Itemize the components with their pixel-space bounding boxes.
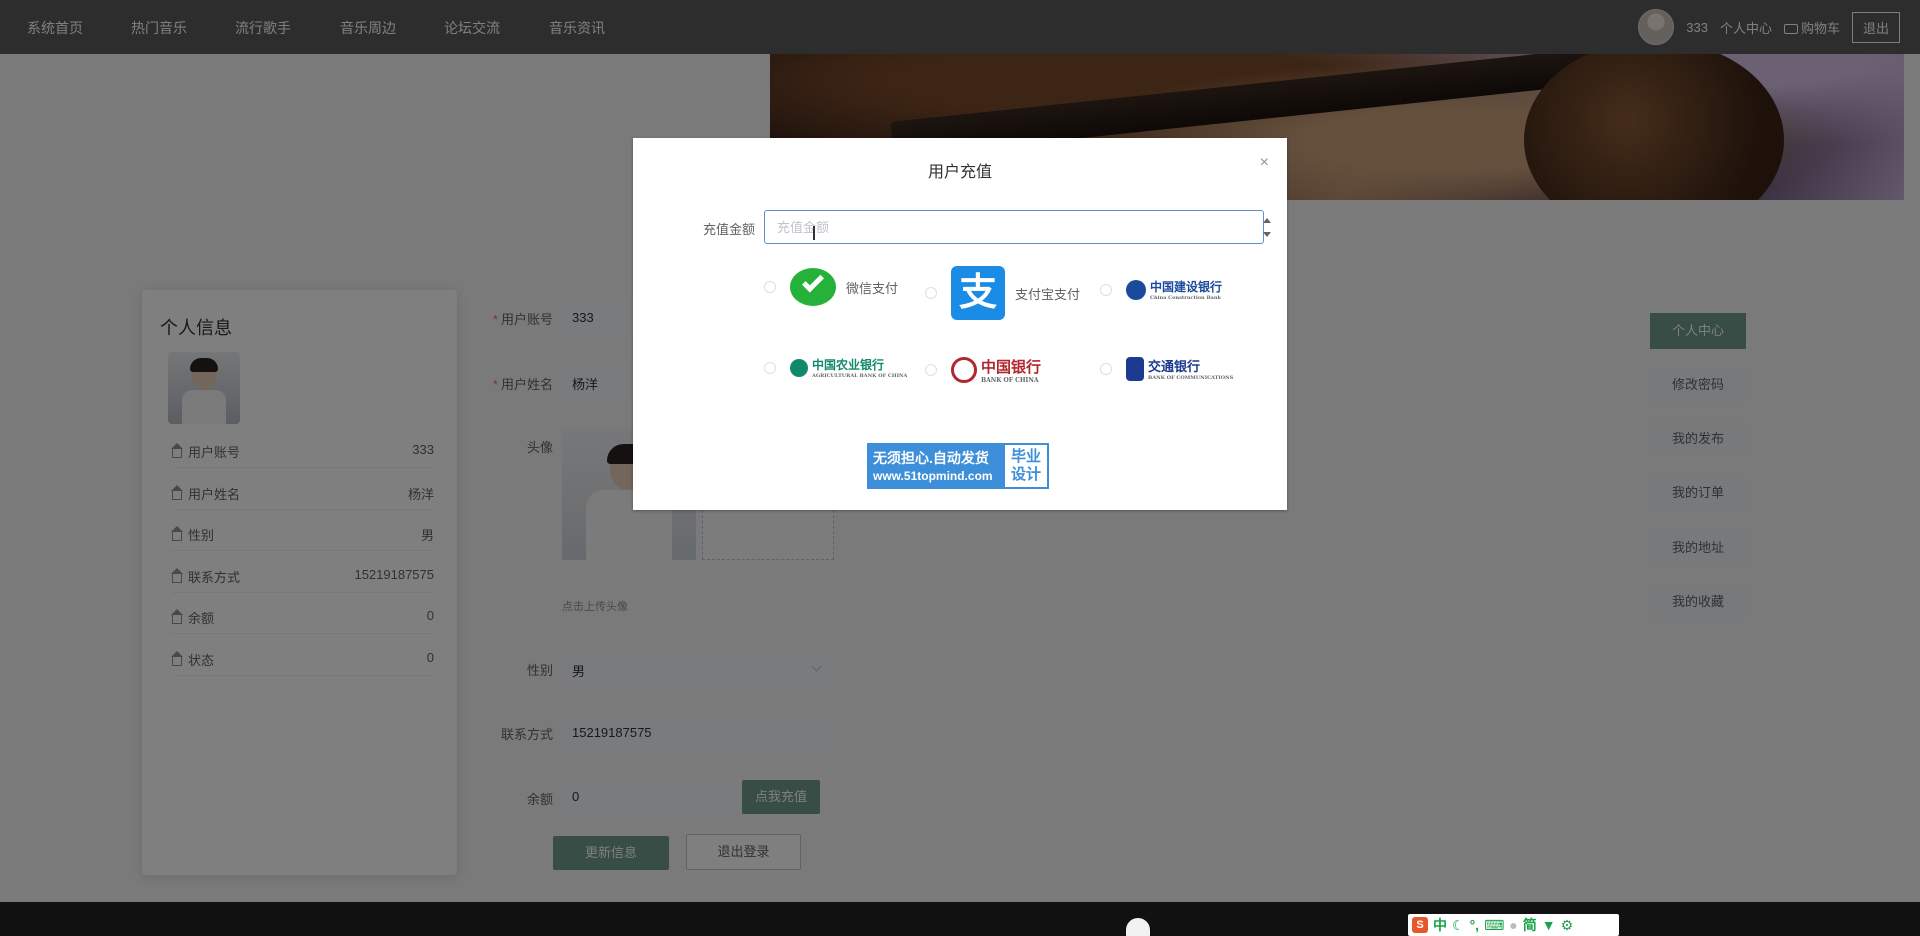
footer xyxy=(0,902,1920,936)
pay-option-boc[interactable]: 中国银行 BANK OF CHINA xyxy=(925,356,1041,384)
amount-input[interactable] xyxy=(764,210,1264,244)
bank-sub-abc: AGRICULTURAL BANK OF CHINA xyxy=(812,373,908,379)
pay-option-wechat[interactable]: 微信支付 xyxy=(764,266,898,308)
alipay-icon: 支 xyxy=(951,266,1005,320)
ime-simplified-label[interactable]: 简 xyxy=(1523,915,1537,935)
dialog-title: 用户充值 xyxy=(927,164,992,181)
watermark-left: 无须担心.自动发货 www.51topmind.com xyxy=(869,445,1005,487)
bank-sub-boc: BANK OF CHINA xyxy=(981,377,1039,384)
bank-sub-bocom: BANK OF COMMUNICATIONS xyxy=(1148,375,1234,381)
radio-ccb[interactable] xyxy=(1100,283,1112,296)
moon-icon[interactable]: ☾ xyxy=(1452,917,1465,934)
pay-option-label: 微信支付 xyxy=(846,280,899,296)
lock-icon xyxy=(1126,918,1150,936)
watermark-line1: 无须担心.自动发货 xyxy=(873,450,989,466)
radio-abc[interactable] xyxy=(764,361,776,374)
recharge-dialog: 用户充值 × 充值金额 微信支付 支 支付宝支付 中国建设银行China Con… xyxy=(633,138,1287,510)
ime-mode-label[interactable]: 中 xyxy=(1433,915,1447,935)
bank-name-bocom: 交通银行 xyxy=(1148,360,1201,375)
watermark-url: www.51topmind.com xyxy=(873,469,993,483)
punctuation-icon[interactable]: °, xyxy=(1470,917,1480,933)
ime-toolbar[interactable]: S 中 ☾ °, ⌨ ● 简 ▼ ⚙ xyxy=(1408,914,1619,936)
amount-label: 充值金额 xyxy=(703,222,756,237)
watermark-badge: 无须担心.自动发货 www.51topmind.com 毕业 设计 xyxy=(867,443,1049,489)
close-icon[interactable]: × xyxy=(1260,154,1269,172)
boc-logo: 中国银行 BANK OF CHINA xyxy=(951,356,1041,384)
stepper-down-icon[interactable] xyxy=(1263,232,1271,237)
radio-wechat[interactable] xyxy=(764,281,776,293)
pay-option-abc[interactable]: 中国农业银行 AGRICULTURAL BANK OF CHINA xyxy=(764,356,907,379)
pay-option-alipay[interactable]: 支 支付宝支付 xyxy=(925,266,1080,320)
shirt-icon[interactable]: ▼ xyxy=(1542,917,1556,933)
bank-sub-ccb: China Construction Bank xyxy=(1150,295,1222,301)
gear-icon[interactable]: ⚙ xyxy=(1561,917,1574,934)
bank-name-abc: 中国农业银行 xyxy=(812,358,885,372)
radio-bocom[interactable] xyxy=(1100,362,1112,375)
bank-name-boc: 中国银行 xyxy=(981,358,1042,376)
watermark-right: 毕业 设计 xyxy=(1005,445,1047,487)
user-icon[interactable]: ● xyxy=(1509,917,1517,933)
bocom-logo: 交通银行 BANK OF COMMUNICATIONS xyxy=(1126,356,1233,381)
text-cursor-icon xyxy=(813,226,815,240)
ime-logo-icon: S xyxy=(1412,917,1428,933)
keyboard-icon[interactable]: ⌨ xyxy=(1484,917,1504,934)
watermark-right1: 毕业 xyxy=(1010,448,1041,465)
pay-option-ccb[interactable]: 中国建设银行 China Construction Bank xyxy=(1100,278,1222,301)
radio-alipay[interactable] xyxy=(925,287,937,299)
ccb-logo: 中国建设银行 China Construction Bank xyxy=(1126,278,1222,301)
abc-logo: 中国农业银行 AGRICULTURAL BANK OF CHINA xyxy=(790,356,907,379)
radio-boc[interactable] xyxy=(925,364,937,376)
watermark-right2: 设计 xyxy=(1010,466,1041,483)
stepper-up-icon[interactable] xyxy=(1263,218,1271,223)
pay-option-bocom[interactable]: 交通银行 BANK OF COMMUNICATIONS xyxy=(1100,356,1233,381)
wechat-pay-icon xyxy=(790,266,836,308)
pay-option-label: 支付宝支付 xyxy=(1015,286,1081,302)
bank-name-ccb: 中国建设银行 xyxy=(1150,280,1223,294)
